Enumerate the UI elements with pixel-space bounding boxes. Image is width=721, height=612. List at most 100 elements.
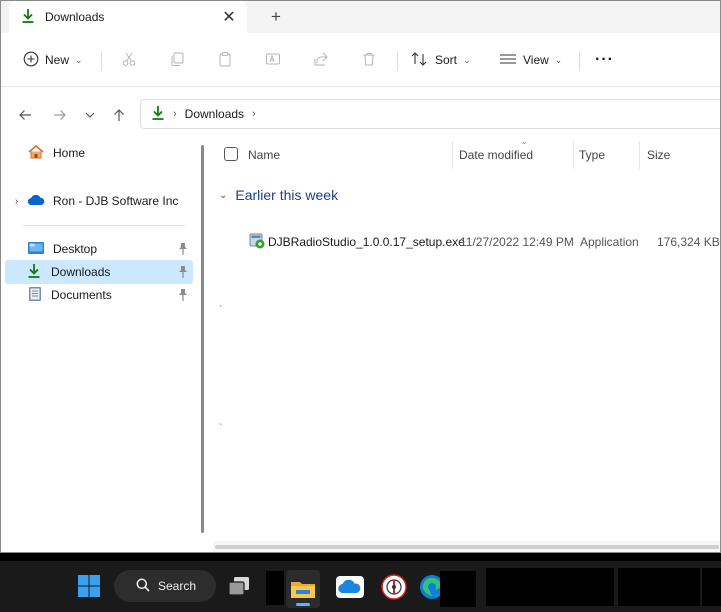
redacted-area bbox=[618, 568, 700, 606]
address-bar[interactable]: › Downloads › bbox=[140, 99, 720, 129]
navigation-pane: Home › Ron - DJB Software Inc Desktop Do… bbox=[1, 141, 197, 541]
sidebar-item-label: Documents bbox=[51, 288, 112, 302]
group-label: Earlier this week bbox=[235, 187, 339, 203]
new-tab-button[interactable]: + bbox=[265, 7, 287, 27]
tab-downloads[interactable]: Downloads ✕ bbox=[9, 1, 247, 33]
collapse-chevron-icon: ⌄ bbox=[219, 189, 228, 201]
share-icon bbox=[313, 51, 329, 70]
onedrive-icon[interactable] bbox=[336, 573, 364, 601]
sort-icon bbox=[411, 51, 429, 70]
toolbar-divider bbox=[397, 51, 398, 71]
new-button[interactable]: New ⌄ bbox=[23, 45, 83, 75]
sidebar-item-label: Ron - DJB Software Inc bbox=[53, 194, 179, 208]
downloads-icon bbox=[21, 8, 35, 27]
expand-chevron-icon[interactable]: › bbox=[15, 196, 18, 207]
sidebar-item-documents[interactable]: Documents bbox=[5, 283, 193, 307]
command-bar: New ⌄ Sort ⌄ View ⌄ ··· bbox=[1, 33, 720, 87]
select-all-checkbox[interactable] bbox=[224, 147, 238, 161]
search-icon bbox=[136, 578, 150, 595]
installer-exe-icon bbox=[249, 233, 265, 252]
sort-label: Sort bbox=[435, 53, 458, 67]
column-header-name[interactable]: Name bbox=[248, 141, 280, 169]
back-arrow-icon[interactable] bbox=[14, 104, 36, 126]
breadcrumb-chevron-icon[interactable]: › bbox=[173, 108, 177, 120]
redacted-area bbox=[266, 571, 284, 605]
desktop-folder-icon bbox=[27, 241, 45, 258]
task-view-icon[interactable] bbox=[226, 574, 252, 598]
sidebar-item-label: Desktop bbox=[53, 242, 98, 256]
file-date-modified: 11/27/2022 12:49 PM bbox=[460, 235, 574, 249]
more-options-button[interactable]: ··· bbox=[595, 45, 614, 75]
radio-app-icon[interactable] bbox=[380, 573, 408, 601]
close-tab-icon[interactable]: ✕ bbox=[219, 7, 239, 27]
redacted-area bbox=[486, 568, 614, 606]
scrollbar-thumb[interactable] bbox=[201, 145, 204, 533]
forward-arrow-icon[interactable] bbox=[49, 104, 71, 126]
redacted-area bbox=[440, 571, 476, 607]
column-header-label: Name bbox=[248, 148, 281, 162]
sidebar-item-label: Downloads bbox=[51, 265, 111, 279]
plus-circle-icon bbox=[23, 51, 39, 70]
cut-button[interactable] bbox=[121, 45, 137, 75]
tab-title: Downloads bbox=[45, 10, 105, 24]
pin-icon[interactable] bbox=[177, 265, 189, 279]
recent-locations-chevron-icon[interactable] bbox=[79, 104, 101, 126]
sidebar-item-label: Home bbox=[53, 146, 86, 160]
rename-button[interactable] bbox=[265, 45, 281, 75]
cut-icon bbox=[121, 51, 137, 70]
file-list: Name Date modified ⌄ Type Size ⌄ Earlier… bbox=[211, 137, 720, 541]
sidebar-item-downloads[interactable]: Downloads bbox=[5, 260, 193, 284]
column-divider[interactable] bbox=[452, 141, 453, 169]
share-button[interactable] bbox=[313, 45, 329, 75]
file-size: 176,324 KB bbox=[657, 235, 720, 249]
column-divider[interactable] bbox=[573, 141, 574, 169]
home-icon bbox=[27, 144, 45, 163]
column-header-size[interactable]: Size bbox=[647, 141, 670, 169]
sidebar-item-desktop[interactable]: Desktop bbox=[5, 237, 193, 261]
stray-mark: ` bbox=[219, 305, 223, 316]
delete-button[interactable] bbox=[361, 45, 377, 75]
view-button[interactable]: View ⌄ bbox=[499, 45, 562, 75]
paste-button[interactable] bbox=[217, 45, 233, 75]
redacted-area bbox=[702, 568, 721, 606]
group-header-earlier-this-week[interactable]: ⌄ Earlier this week bbox=[219, 187, 338, 203]
sort-button[interactable]: Sort ⌄ bbox=[411, 45, 471, 75]
column-header-label: Size bbox=[647, 148, 671, 162]
file-name: DJBRadioStudio_1.0.0.17_setup.exe bbox=[268, 235, 465, 249]
view-list-icon bbox=[499, 51, 517, 70]
breadcrumb-downloads[interactable]: Downloads bbox=[185, 107, 244, 121]
column-header-label: Type bbox=[579, 148, 606, 162]
chevron-down-icon: ⌄ bbox=[554, 54, 563, 65]
more-dots-icon: ··· bbox=[595, 51, 614, 68]
up-arrow-icon[interactable] bbox=[108, 104, 130, 126]
documents-icon bbox=[27, 286, 43, 305]
pin-icon[interactable] bbox=[177, 288, 189, 302]
navigation-pane-scrollbar[interactable] bbox=[199, 141, 207, 536]
horizontal-scrollbar[interactable] bbox=[213, 541, 720, 552]
navigation-row: › Downloads › bbox=[1, 97, 720, 133]
copy-button[interactable] bbox=[169, 45, 185, 75]
column-header-type[interactable]: Type bbox=[579, 141, 605, 169]
taskbar-search[interactable]: Search bbox=[114, 570, 216, 602]
view-label: View bbox=[523, 53, 549, 67]
windows-start-icon[interactable] bbox=[76, 573, 102, 599]
column-divider[interactable] bbox=[639, 141, 640, 169]
file-explorer-window: Downloads ✕ + New ⌄ Sort ⌄ View ⌄ ··· › … bbox=[0, 0, 721, 553]
new-label: New bbox=[45, 53, 70, 67]
copy-icon bbox=[169, 51, 185, 70]
file-row[interactable]: DJBRadioStudio_1.0.0.17_setup.exe 11/27/… bbox=[245, 231, 720, 253]
toolbar-divider bbox=[579, 51, 580, 71]
title-tab-bar: Downloads ✕ + bbox=[1, 1, 720, 33]
sidebar-divider bbox=[23, 225, 185, 226]
rename-icon bbox=[265, 51, 281, 70]
scrollbar-thumb[interactable] bbox=[215, 545, 719, 549]
onedrive-cloud-icon bbox=[27, 194, 45, 209]
paste-icon bbox=[217, 51, 233, 70]
pin-icon[interactable] bbox=[177, 242, 189, 256]
sidebar-item-onedrive[interactable]: › Ron - DJB Software Inc bbox=[5, 189, 193, 213]
chevron-down-icon: ⌄ bbox=[75, 54, 83, 65]
file-explorer-icon[interactable] bbox=[286, 570, 320, 608]
breadcrumb-chevron-icon[interactable]: › bbox=[252, 108, 256, 120]
chevron-down-icon: ⌄ bbox=[463, 54, 471, 65]
sidebar-item-home[interactable]: Home bbox=[5, 141, 193, 165]
